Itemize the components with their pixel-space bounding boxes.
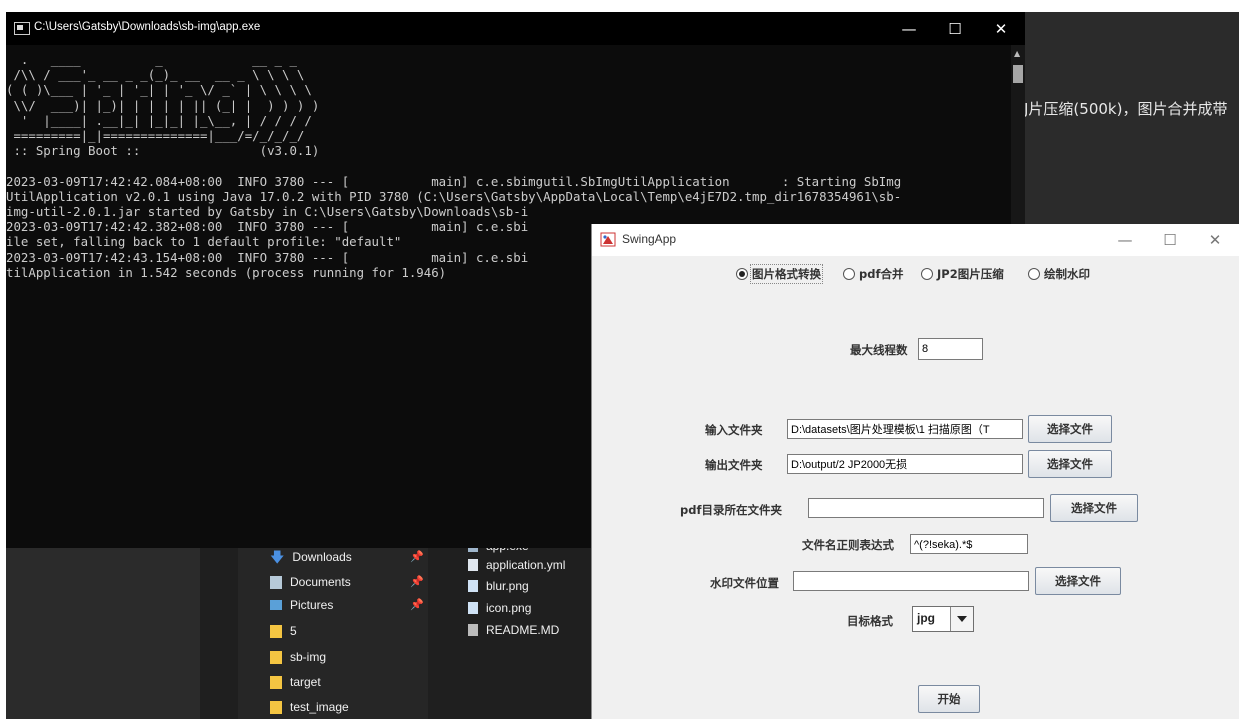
nav-item-documents[interactable]: Documents — [270, 571, 351, 593]
chevron-down-icon[interactable] — [950, 607, 973, 631]
image-file-icon — [468, 602, 478, 614]
radio-dot[interactable] — [843, 268, 855, 280]
pdf-folder-choose-button[interactable]: 选择文件 — [1050, 494, 1138, 522]
input-folder-choose-button[interactable]: 选择文件 — [1028, 415, 1112, 443]
java-app-icon — [600, 232, 616, 247]
markdown-file-icon — [468, 624, 478, 636]
start-button[interactable]: 开始 — [918, 685, 980, 713]
nav-item-label: 5 — [290, 624, 297, 638]
console-close-button[interactable]: ✕ — [978, 16, 1024, 42]
file-item-application-yml[interactable]: application.yml — [468, 554, 565, 576]
console-title-bar[interactable]: C:\Users\Gatsby\Downloads\sb-img\app.exe… — [6, 12, 1025, 45]
nav-item-label: Documents — [290, 575, 351, 589]
nav-item-test-image[interactable]: test_image — [270, 696, 349, 718]
console-title: C:\Users\Gatsby\Downloads\sb-img\app.exe — [34, 21, 261, 33]
radio-pdf-merge[interactable]: pdf合并 — [843, 266, 903, 282]
filename-regex-label: 文件名正则表达式 — [802, 538, 894, 552]
nav-item-target[interactable]: target — [270, 671, 321, 693]
pin-icon: 📌 — [410, 575, 424, 588]
target-format-select[interactable]: jpg — [912, 606, 974, 632]
file-item-label: icon.png — [486, 601, 532, 615]
file-item-readme[interactable]: README.MD — [468, 619, 559, 641]
target-format-label: 目标格式 — [847, 614, 893, 628]
radio-jp2-compress[interactable]: JP2图片压缩 — [921, 266, 1004, 282]
radio-dot[interactable] — [736, 268, 748, 280]
console-minimize-button[interactable]: — — [886, 16, 932, 42]
watermark-location-label: 水印文件位置 — [710, 576, 779, 590]
pdf-folder-field[interactable] — [808, 498, 1044, 518]
nav-item-label: sb-img — [290, 650, 327, 664]
top-edge — [0, 0, 1239, 12]
console-maximize-button[interactable]: ☐ — [932, 16, 978, 42]
scroll-up-icon[interactable]: ▲ — [1014, 49, 1020, 58]
nav-item-label: test_image — [290, 700, 349, 714]
file-item-icon-png[interactable]: icon.png — [468, 597, 531, 619]
document-icon — [270, 575, 282, 589]
nav-item-downloads[interactable]: 🡇 Downloads — [270, 546, 352, 568]
pictures-icon — [270, 600, 282, 610]
scroll-thumb[interactable] — [1013, 65, 1023, 83]
folder-icon — [270, 700, 282, 714]
radio-label: JP2图片压缩 — [937, 267, 1004, 281]
output-folder-choose-button[interactable]: 选择文件 — [1028, 450, 1112, 478]
file-item-label: blur.png — [486, 579, 529, 593]
output-folder-label: 输出文件夹 — [705, 458, 763, 472]
download-arrow-icon: 🡇 — [270, 548, 285, 565]
console-app-icon — [14, 22, 30, 35]
watermark-location-field[interactable] — [793, 571, 1029, 591]
max-threads-label: 最大线程数 — [850, 343, 908, 357]
radio-draw-watermark[interactable]: 绘制水印 — [1028, 266, 1090, 282]
watermark-choose-button[interactable]: 选择文件 — [1035, 567, 1121, 595]
radio-dot[interactable] — [921, 268, 933, 280]
nav-item-sb-img[interactable]: sb-img — [270, 646, 326, 668]
swing-minimize-button[interactable]: — — [1102, 228, 1148, 252]
file-icon — [468, 559, 478, 571]
pin-icon: 📌 — [410, 550, 424, 563]
radio-image-format-convert[interactable]: 图片格式转换 — [736, 264, 823, 284]
swing-close-button[interactable]: ✕ — [1192, 228, 1238, 252]
background-partial-text: J片压缩(500k)，图片合并成带 — [1024, 100, 1228, 118]
nav-item-label: Downloads — [292, 550, 352, 564]
input-folder-label: 输入文件夹 — [705, 423, 763, 437]
file-item-label: application.yml — [486, 558, 566, 572]
target-format-value: jpg — [917, 611, 935, 625]
radio-label: 图片格式转换 — [750, 264, 823, 284]
nav-item-folder-5[interactable]: 5 — [270, 620, 297, 642]
swing-app-window[interactable]: SwingApp — ☐ ✕ 图片格式转换 pdf合并 JP2图片压缩 绘制水印… — [591, 224, 1239, 719]
file-item-label: README.MD — [486, 623, 560, 637]
radio-label: pdf合并 — [859, 267, 904, 281]
input-folder-field[interactable]: D:\datasets\图片处理模板\1 扫描原图（T — [787, 419, 1023, 439]
filename-regex-field[interactable]: ^(?!seka).*$ — [910, 534, 1028, 554]
pdf-folder-label: pdf目录所在文件夹 — [680, 503, 782, 517]
nav-item-label: target — [290, 675, 321, 689]
swing-title: SwingApp — [622, 232, 677, 246]
radio-dot[interactable] — [1028, 268, 1040, 280]
output-folder-field[interactable]: D:\output/2 JP2000无损 — [787, 454, 1023, 474]
pin-icon: 📌 — [410, 598, 424, 611]
nav-item-label: Pictures — [290, 598, 334, 612]
image-file-icon — [468, 580, 478, 592]
folder-icon — [270, 675, 282, 689]
radio-label: 绘制水印 — [1044, 267, 1090, 281]
file-item-blur-png[interactable]: blur.png — [468, 575, 529, 597]
swing-maximize-button[interactable]: ☐ — [1147, 228, 1193, 252]
max-threads-input[interactable]: 8 — [918, 338, 983, 360]
folder-icon — [270, 650, 282, 664]
swing-title-bar[interactable]: SwingApp — ☐ ✕ — [592, 224, 1239, 256]
folder-icon — [270, 624, 282, 638]
nav-item-pictures[interactable]: Pictures — [270, 594, 333, 616]
